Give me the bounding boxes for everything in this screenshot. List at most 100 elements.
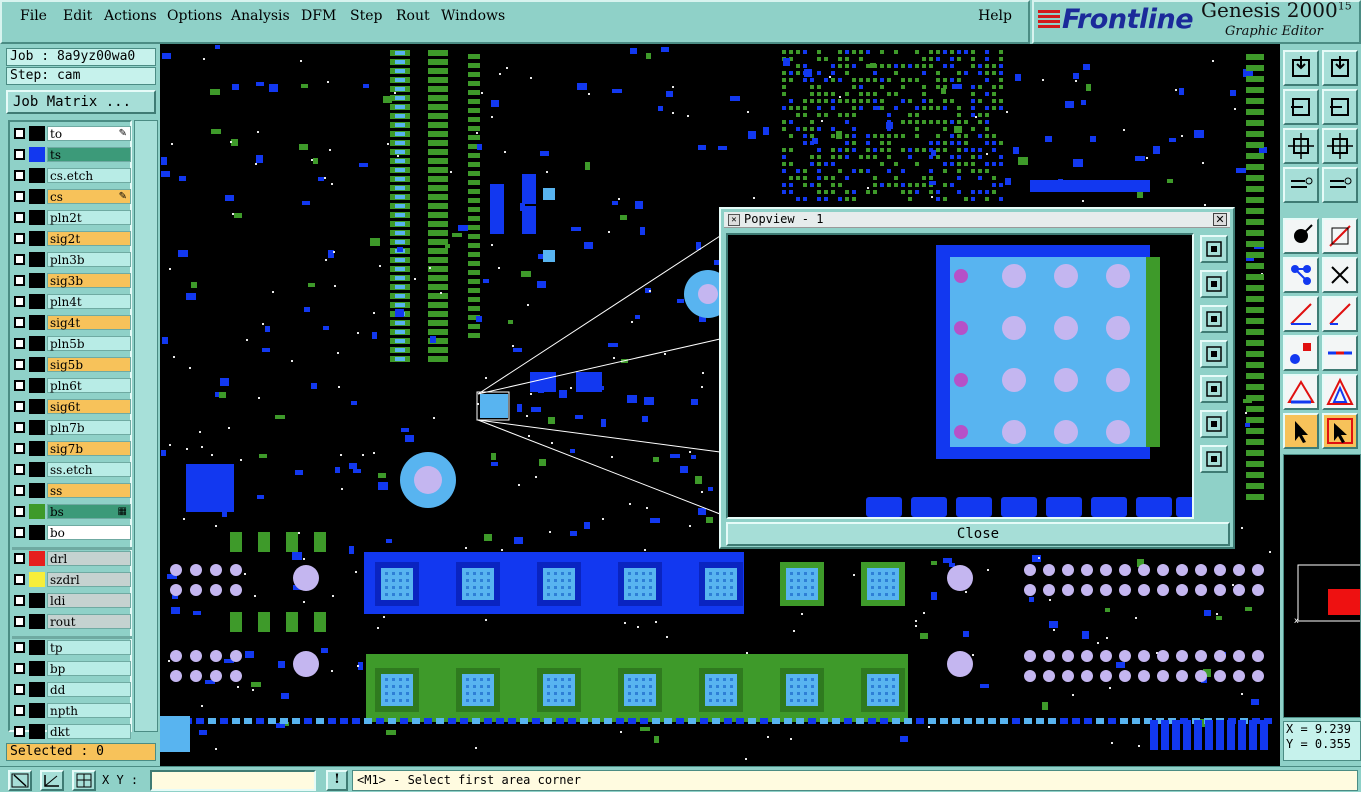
layer-row-pln2t[interactable]: pln2t [12, 210, 132, 225]
layer-color-swatch[interactable] [29, 420, 45, 435]
layer-checkbox[interactable] [14, 233, 25, 244]
pointer-select-icon[interactable] [1322, 413, 1358, 449]
layer-name[interactable]: sig6t [47, 399, 131, 414]
layer-name[interactable]: dd [47, 682, 131, 697]
layer-row-pln7b[interactable]: pln7b [12, 420, 132, 435]
layer-name[interactable]: sig3b [47, 273, 131, 288]
layer-name[interactable]: dkt [47, 724, 131, 739]
layer-name[interactable]: pln5b [47, 336, 131, 351]
layer-row-pln6t[interactable]: pln6t [12, 378, 132, 393]
layer-checkbox[interactable] [14, 296, 25, 307]
layer-checkbox[interactable] [14, 317, 25, 328]
menu-help[interactable]: Help [978, 8, 1012, 24]
layer-checkbox[interactable] [14, 574, 25, 585]
layer-color-swatch[interactable] [29, 551, 45, 566]
net-icon[interactable] [1283, 257, 1319, 293]
layer-row-sig7b[interactable]: sig7b [12, 441, 132, 456]
layer-checkbox[interactable] [14, 380, 25, 391]
snap-icon[interactable] [1283, 218, 1319, 254]
layer-checkbox[interactable] [14, 595, 25, 606]
layer-checkbox[interactable] [14, 663, 25, 674]
layer-name[interactable]: cs.etch [47, 168, 131, 183]
menu-windows[interactable]: Windows [441, 8, 505, 24]
layer-color-swatch[interactable] [29, 441, 45, 456]
cut-line-icon[interactable] [1322, 218, 1358, 254]
layer-name[interactable]: bs ▦ [47, 504, 131, 519]
layer-color-swatch[interactable] [29, 357, 45, 372]
triangle-icon[interactable] [1283, 374, 1319, 410]
zoom-out-icon[interactable] [1322, 50, 1358, 86]
popview-close-button[interactable]: Close [726, 522, 1230, 546]
zoom-in-icon[interactable] [1283, 50, 1319, 86]
layer-name[interactable]: pln3b [47, 252, 131, 267]
pointer-icon[interactable] [1283, 413, 1319, 449]
layer-name[interactable]: pln2t [47, 210, 131, 225]
layer-checkbox[interactable] [14, 443, 25, 454]
layer-name[interactable]: tp [47, 640, 131, 655]
layer-name[interactable]: pln7b [47, 420, 131, 435]
popview-left-icon[interactable] [1200, 340, 1228, 368]
layer-checkbox[interactable] [14, 684, 25, 695]
layer-row-sig5b[interactable]: sig5b [12, 357, 132, 372]
layer-color-swatch[interactable] [29, 399, 45, 414]
fit-screen-icon[interactable] [1283, 128, 1319, 164]
layer-name[interactable]: sig5b [47, 357, 131, 372]
menu-edit[interactable]: Edit [63, 8, 92, 24]
layer-color-swatch[interactable] [29, 315, 45, 330]
measure-icon[interactable] [1283, 167, 1319, 203]
popview-close-icon[interactable]: ✕ [1213, 213, 1227, 226]
layer-checkbox[interactable] [14, 359, 25, 370]
layer-name[interactable]: sig2t [47, 231, 131, 246]
layer-name[interactable]: bp [47, 661, 131, 676]
layer-color-swatch[interactable] [29, 724, 45, 739]
layer-color-swatch[interactable] [29, 572, 45, 587]
layer-name[interactable]: ss.etch [47, 462, 131, 477]
layer-row-dkt[interactable]: dkt [12, 724, 132, 739]
menu-step[interactable]: Step [350, 8, 382, 24]
layer-row-cs-etch[interactable]: cs.etch [12, 168, 132, 183]
layer-color-swatch[interactable] [29, 126, 45, 141]
popview-window[interactable]: ✕ Popview - 1 ✕ Close [719, 207, 1235, 549]
popview-up-icon[interactable] [1200, 270, 1228, 298]
layer-color-swatch[interactable] [29, 703, 45, 718]
fit-page-icon[interactable] [1322, 128, 1358, 164]
layer-name[interactable]: cs ✎ [47, 189, 131, 204]
layer-row-dd[interactable]: dd [12, 682, 132, 697]
popview-canvas[interactable] [726, 233, 1194, 519]
layer-color-swatch[interactable] [29, 336, 45, 351]
short-icon[interactable] [1322, 335, 1358, 371]
layer-checkbox[interactable] [14, 254, 25, 265]
menu-analysis[interactable]: Analysis [231, 8, 290, 24]
layer-color-swatch[interactable] [29, 189, 45, 204]
info-button[interactable]: ! [326, 770, 348, 791]
grid-icon[interactable] [1322, 167, 1358, 203]
layer-name[interactable]: bo [47, 525, 131, 540]
pan-right-icon[interactable] [1322, 89, 1358, 125]
layer-row-bp[interactable]: bp [12, 661, 132, 676]
layer-row-ldi[interactable]: ldi [12, 593, 132, 608]
popview-zoom-icon[interactable] [1200, 235, 1228, 263]
job-matrix-button[interactable]: Job Matrix ... [6, 90, 156, 114]
layer-row-bo[interactable]: bo [12, 525, 132, 540]
layer-name[interactable]: szdrl [47, 572, 131, 587]
layer-checkbox[interactable] [14, 422, 25, 433]
layer-checkbox[interactable] [14, 149, 25, 160]
layer-checkbox[interactable] [14, 338, 25, 349]
layer-checkbox[interactable] [14, 705, 25, 716]
layer-color-swatch[interactable] [29, 168, 45, 183]
layer-row-pln3b[interactable]: pln3b [12, 252, 132, 267]
popview-down-icon[interactable] [1200, 305, 1228, 333]
layer-checkbox[interactable] [14, 275, 25, 286]
layer-name[interactable]: rout [47, 614, 131, 629]
layer-row-sig6t[interactable]: sig6t [12, 399, 132, 414]
layer-checkbox[interactable] [14, 726, 25, 737]
select-area-icon[interactable] [8, 770, 32, 791]
line-icon[interactable] [1322, 296, 1358, 332]
layer-checkbox[interactable] [14, 616, 25, 627]
layer-row-sig4t[interactable]: sig4t [12, 315, 132, 330]
layer-row-ss[interactable]: ss [12, 483, 132, 498]
popview-right-icon[interactable] [1200, 375, 1228, 403]
pan-left-icon[interactable] [1283, 89, 1319, 125]
triangle-alt-icon[interactable] [1322, 374, 1358, 410]
cross-icon[interactable] [1322, 257, 1358, 293]
